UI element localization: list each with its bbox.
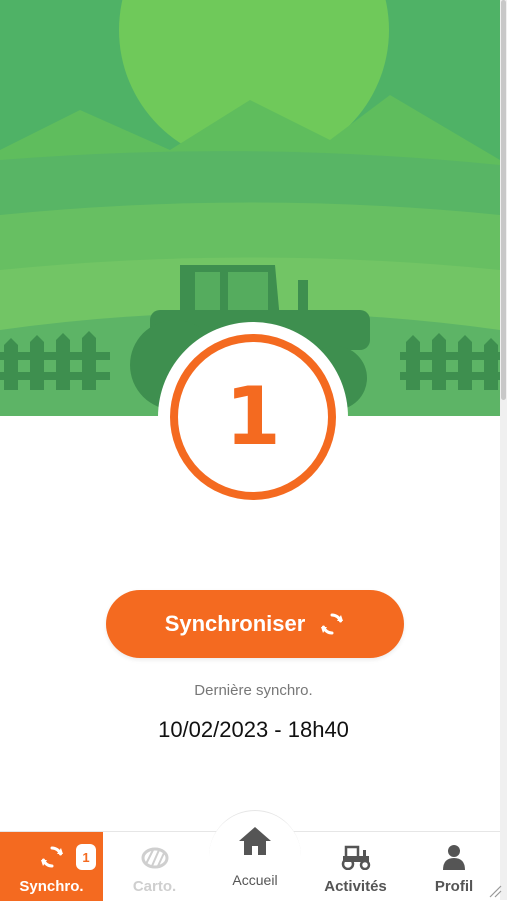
last-sync-label: Dernière synchro. xyxy=(194,682,313,699)
nav-item-activites[interactable]: Activités xyxy=(303,832,408,901)
nav-label-activites: Activités xyxy=(324,878,387,895)
scrollbar[interactable] xyxy=(500,0,507,900)
synchronize-button-label: Synchroniser xyxy=(164,611,306,636)
nav-item-carto[interactable]: Carto. xyxy=(103,832,206,901)
nav-item-accueil[interactable]: Accueil xyxy=(209,810,301,900)
tractor-icon xyxy=(339,842,373,872)
pending-count: 1 xyxy=(225,370,281,463)
map-icon xyxy=(140,842,170,872)
user-icon xyxy=(441,842,467,872)
pending-count-indicator: 1 xyxy=(158,322,348,512)
nav-label-profil: Profil xyxy=(434,878,474,895)
synchronize-button[interactable]: Synchroniser xyxy=(106,590,404,658)
sync-icon xyxy=(39,842,65,872)
home-icon xyxy=(237,825,273,862)
pending-count-ring: 1 xyxy=(170,334,336,500)
resize-grip-icon[interactable] xyxy=(486,882,502,898)
last-sync-date: 10/02/2023 - 18h40 xyxy=(158,717,349,742)
sync-icon xyxy=(319,611,345,637)
nav-label-carto: Carto. xyxy=(132,878,177,895)
nav-label-accueil: Accueil xyxy=(232,872,278,888)
nav-badge-count: 1 xyxy=(76,844,96,870)
nav-item-synchro[interactable]: Synchro. 1 xyxy=(0,832,103,901)
nav-label-synchro: Synchro. xyxy=(19,878,84,895)
scrollbar-thumb[interactable] xyxy=(501,0,506,400)
